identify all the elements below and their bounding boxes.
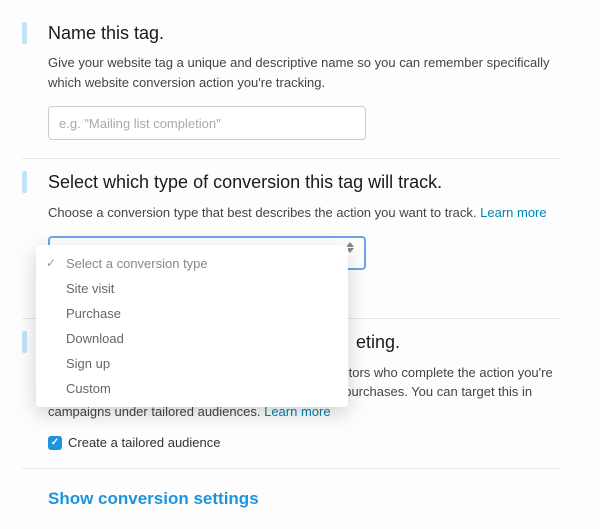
section-desc: Give your website tag a unique and descr…: [48, 53, 560, 92]
checkbox-row: ✓ Create a tailored audience: [48, 435, 560, 450]
accent-bar: [22, 22, 27, 44]
section-desc: Choose a conversion type that best descr…: [48, 203, 560, 223]
desc-text: Choose a conversion type that best descr…: [48, 205, 480, 220]
check-icon: ✓: [46, 256, 56, 270]
checkbox-label: Create a tailored audience: [68, 435, 221, 450]
dropdown-option-site-visit[interactable]: Site visit: [36, 276, 348, 301]
dropdown-placeholder-text: Select a conversion type: [66, 256, 208, 271]
accent-bar: [22, 331, 27, 353]
dropdown-option-sign-up[interactable]: Sign up: [36, 351, 348, 376]
dropdown-option-download[interactable]: Download: [36, 326, 348, 351]
tag-name-input[interactable]: [48, 106, 366, 140]
dropdown-placeholder[interactable]: ✓ Select a conversion type: [36, 251, 348, 276]
learn-more-link[interactable]: Learn more: [480, 205, 546, 220]
section-title: Name this tag.: [48, 22, 560, 45]
section-name-tag: Name this tag. Give your website tag a u…: [22, 10, 560, 159]
show-conversion-settings[interactable]: Show conversion settings: [22, 469, 560, 519]
accent-bar: [22, 171, 27, 193]
title-suffix: eting.: [356, 332, 400, 352]
dropdown-option-custom[interactable]: Custom: [36, 376, 348, 401]
dropdown-option-purchase[interactable]: Purchase: [36, 301, 348, 326]
section-title: Select which type of conversion this tag…: [48, 171, 560, 194]
conversion-type-dropdown: ✓ Select a conversion type Site visit Pu…: [36, 245, 348, 407]
create-audience-checkbox[interactable]: ✓: [48, 436, 62, 450]
